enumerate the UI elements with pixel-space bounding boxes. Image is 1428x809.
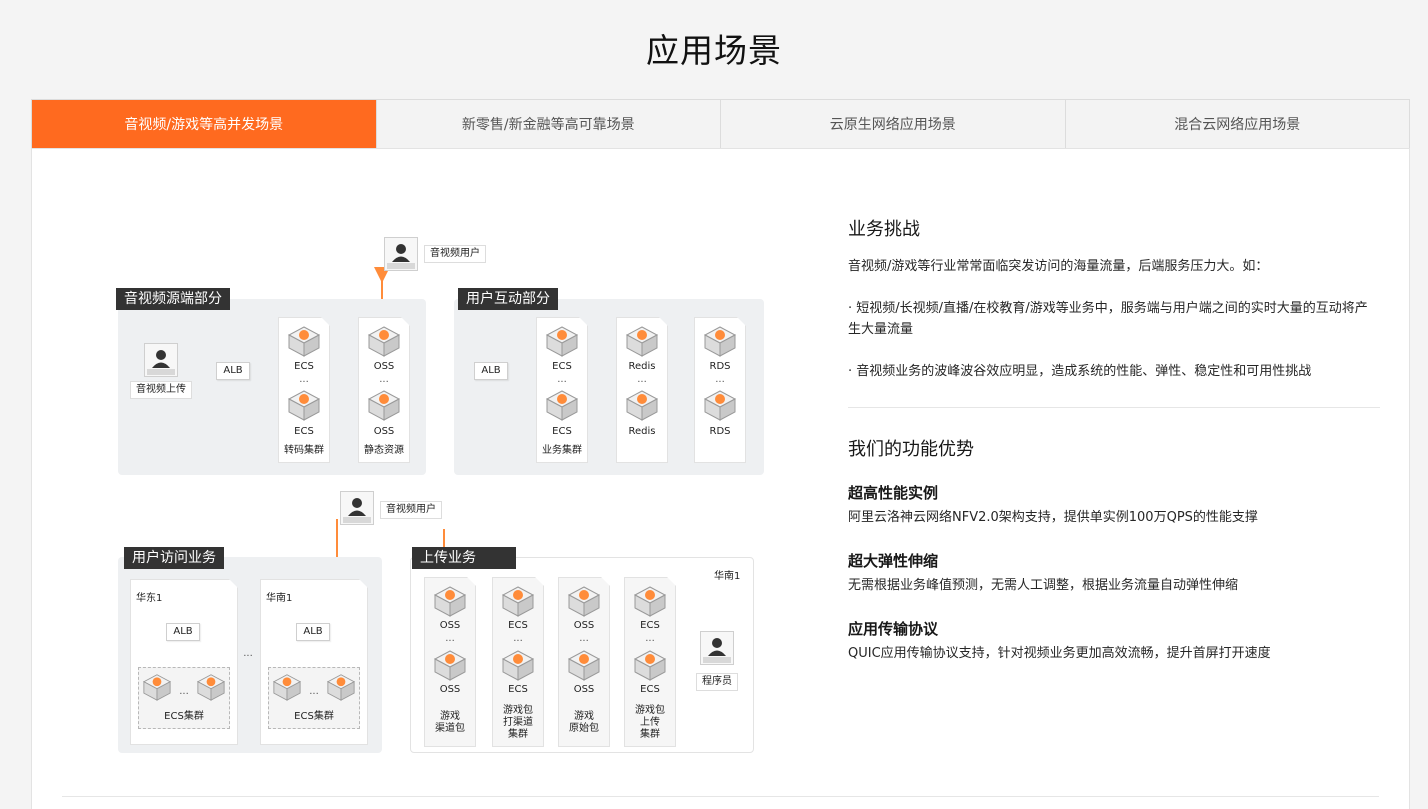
oss-icon [367, 390, 401, 421]
ecs-icon [501, 650, 535, 681]
adv1-desc: 阿里云洛神云网络NFV2.0架构支持，提供单实例100万QPS的性能支撑 [848, 510, 1258, 525]
ecs-icon [545, 390, 579, 421]
ecs-icon [326, 674, 356, 701]
ellipsis: ... [715, 374, 725, 385]
ellipsis: ... [557, 374, 567, 385]
ecs-label: ECS [294, 426, 314, 437]
programmer-label: 程序员 [696, 673, 738, 691]
oss-label: OSS [573, 684, 595, 695]
user-avatar-icon [384, 237, 418, 271]
adv2-title: 超大弹性伸缩 [848, 552, 939, 570]
oss-icon [367, 326, 401, 357]
page-title: 应用场景 [646, 31, 782, 70]
oss-icon [433, 586, 467, 617]
programmer-avatar-icon [700, 631, 734, 665]
region-south1-label: 华南1 [266, 593, 293, 604]
adv3-desc: QUIC应用传输协议支持，针对视频业务更加高效流畅，提升首屏打开速度 [848, 646, 1271, 661]
challenge-intro: 音视频/游戏等行业常常面临突发访问的海量流量，后端服务压力大。如： [848, 259, 1269, 274]
oss-label: OSS [439, 684, 461, 695]
ellipsis: ... [299, 374, 309, 385]
ecs-label: ECS [294, 361, 314, 372]
challenge-point-2: · 音视频业务的波峰波谷效应明显，造成系统的性能、弹性、稳定性和可用性挑战 [848, 364, 1312, 379]
tab-av-gaming[interactable]: 音视频/游戏等高并发场景 [32, 100, 376, 158]
col-origin-label: 游戏 原始包 [569, 711, 599, 734]
transcode-cluster-label: 转码集群 [284, 445, 324, 456]
uploader-avatar-icon [144, 343, 178, 377]
ecs-label: ECS [552, 361, 572, 372]
scenario-panel: 音视频用户 音视频源端部分 音视频上传 ALB 用户互动部分 ALB ECS .… [31, 148, 1410, 809]
ecs-label: ECS [552, 426, 572, 437]
ecs-icon [633, 650, 667, 681]
tab-hybrid-cloud[interactable]: 混合云网络应用场景 [1064, 100, 1410, 148]
alb-east1: ALB [166, 623, 200, 641]
oss-label: OSS [373, 426, 395, 437]
adv2-desc: 无需根据业务峰值预测，无需人工调整，根据业务流量自动弹性伸缩 [848, 578, 1239, 593]
ecs-icon [196, 674, 226, 701]
user-avatar-icon [340, 491, 374, 525]
group-upload-label: 上传业务 [412, 547, 516, 569]
ecs-label: ECS [640, 684, 660, 695]
challenge-title: 业务挑战 [848, 219, 920, 240]
group-source-label: 音视频源端部分 [116, 288, 230, 310]
architecture-diagram: 音视频用户 音视频源端部分 音视频上传 ALB 用户互动部分 ALB ECS .… [32, 149, 792, 789]
top-user-label: 音视频用户 [424, 245, 486, 263]
adv1-title: 超高性能实例 [848, 484, 939, 502]
tab-retail-finance[interactable]: 新零售/新金融等高可靠场景 [375, 100, 721, 148]
ecs-icon [287, 326, 321, 357]
ellipsis: ... [513, 633, 523, 644]
ellipsis: ... [645, 633, 655, 644]
alb-south1: ALB [296, 623, 330, 641]
rds-icon [703, 390, 737, 421]
oss-icon [433, 650, 467, 681]
oss-label: OSS [573, 620, 595, 631]
redis-label: Redis [628, 361, 656, 372]
ecs-label: ECS [508, 620, 528, 631]
ellipsis: ... [579, 633, 589, 644]
oss-label: OSS [439, 620, 461, 631]
region-east1-label: 华东1 [136, 593, 163, 604]
bottom-divider [62, 796, 1379, 797]
ecs-icon [287, 390, 321, 421]
group-interact-label: 用户互动部分 [458, 288, 558, 310]
scenario-tabs: 音视频/游戏等高并发场景 新零售/新金融等高可靠场景 云原生网络应用场景 混合云… [31, 99, 1410, 158]
ecs-cluster-label: ECS集群 [294, 711, 334, 722]
adv3-title: 应用传输协议 [848, 620, 939, 638]
rds-label: RDS [709, 426, 731, 437]
biz-cluster-label: 业务集群 [542, 445, 582, 456]
alb-interact: ALB [474, 362, 508, 380]
ellipsis: ... [637, 374, 647, 385]
mid-user-label: 音视频用户 [380, 501, 442, 519]
oss-label: OSS [373, 361, 395, 372]
oss-icon [567, 586, 601, 617]
uploader-label: 音视频上传 [130, 381, 192, 399]
col-pack-label: 游戏包 打渠道 集群 [503, 705, 533, 740]
challenge-point-1: · 短视频/长视频/直播/在校教育/游戏等业务中，服务端与用户端之间的实时大量的… [848, 301, 1368, 337]
ecs-icon [501, 586, 535, 617]
ecs-icon [545, 326, 579, 357]
col-channel-label: 游戏 渠道包 [435, 711, 465, 734]
group-access-label: 用户访问业务 [124, 547, 224, 569]
redis-label: Redis [628, 426, 656, 437]
ecs-label: ECS [508, 684, 528, 695]
redis-icon [625, 326, 659, 357]
rds-label: RDS [709, 361, 731, 372]
region-south1b-label: 华南1 [714, 571, 741, 582]
ecs-label: ECS [640, 620, 660, 631]
rds-icon [703, 326, 737, 357]
col-upload-label: 游戏包 上传 集群 [635, 705, 665, 740]
redis-icon [625, 390, 659, 421]
section-divider [848, 407, 1380, 408]
ecs-cluster-label: ECS集群 [164, 711, 204, 722]
ellipsis: ... [445, 633, 455, 644]
static-resource-label: 静态资源 [364, 445, 404, 456]
advantage-title: 我们的功能优势 [848, 439, 974, 460]
oss-icon [567, 650, 601, 681]
ecs-icon [633, 586, 667, 617]
alb-source: ALB [216, 362, 250, 380]
tab-cloud-native[interactable]: 云原生网络应用场景 [720, 100, 1065, 148]
ellipsis: ... [379, 374, 389, 385]
